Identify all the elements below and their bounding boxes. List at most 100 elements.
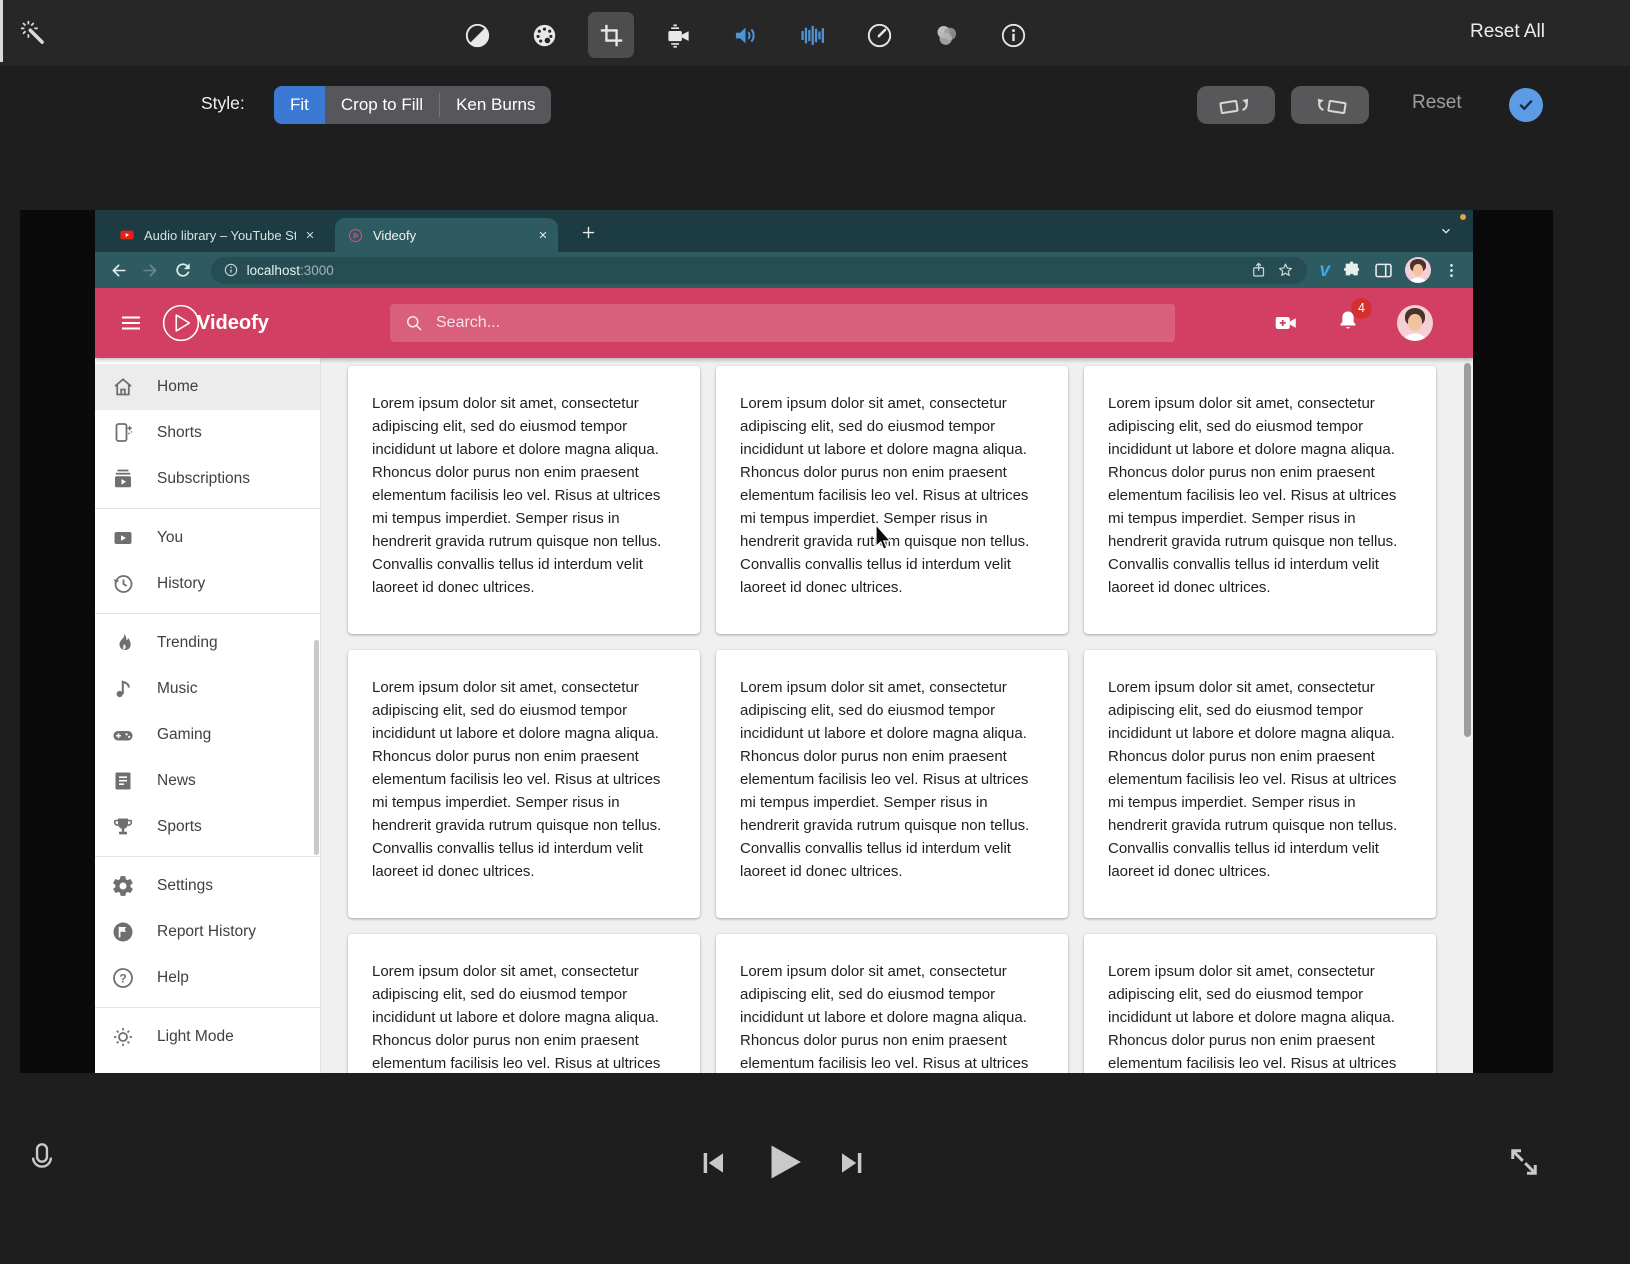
color-balance-icon[interactable] xyxy=(923,12,969,58)
gamepad-icon xyxy=(113,731,133,741)
sidebar-label: Settings xyxy=(157,877,214,894)
create-video-icon[interactable] xyxy=(1273,310,1299,336)
subscriptions-icon xyxy=(115,469,131,488)
notifications-bell[interactable]: 4 xyxy=(1335,297,1372,339)
gear-icon xyxy=(113,876,133,896)
sidebar-label: Trending xyxy=(157,634,218,651)
share-icon[interactable] xyxy=(1250,261,1268,279)
videofy-app-bar: Videofy 4 xyxy=(95,288,1473,358)
vimeo-extension-icon[interactable]: v xyxy=(1319,261,1330,280)
volume-icon[interactable] xyxy=(722,12,768,58)
sidebar-item-report-history[interactable]: Report History xyxy=(95,909,320,955)
side-panel-icon[interactable] xyxy=(1373,260,1394,281)
history-icon xyxy=(113,575,133,593)
sidebar-item-trending[interactable]: Trending xyxy=(95,620,320,666)
hamburger-menu-icon[interactable] xyxy=(109,301,153,345)
sidebar-label: Music xyxy=(157,680,198,697)
trophy-icon xyxy=(113,818,133,835)
videofy-logo[interactable]: Videofy xyxy=(161,303,269,343)
sidebar-label: History xyxy=(157,575,206,592)
search-input[interactable] xyxy=(436,314,1161,332)
svg-text:?: ? xyxy=(119,971,126,985)
play-button[interactable] xyxy=(761,1139,807,1190)
video-stabilization-icon[interactable] xyxy=(655,12,701,58)
back-icon[interactable] xyxy=(107,258,131,282)
sidebar-label: Shorts xyxy=(157,424,202,441)
sidebar-item-help[interactable]: ? Help xyxy=(95,955,320,1001)
style-option-ken-burns[interactable]: Ken Burns xyxy=(440,86,551,124)
bookmark-star-icon[interactable] xyxy=(1276,261,1295,280)
rotate-clockwise-button[interactable] xyxy=(1291,86,1369,124)
browser-toolbar: localhost:3000 v xyxy=(95,252,1473,288)
lorem-card: Lorem ipsum dolor sit amet, consectetur … xyxy=(1084,366,1436,634)
videofy-sidebar: Home Shorts Subscriptions You History Tr… xyxy=(95,358,320,1073)
sidebar-item-home[interactable]: Home xyxy=(95,364,320,410)
tab-search-chevron-icon[interactable] xyxy=(1439,224,1453,243)
apply-checkmark-button[interactable] xyxy=(1509,88,1543,122)
user-avatar[interactable] xyxy=(1397,305,1433,341)
search-bar[interactable] xyxy=(390,304,1175,342)
tab-youtube-studio[interactable]: Audio library – YouTube Studio xyxy=(107,218,325,252)
magic-wand-icon[interactable] xyxy=(12,12,56,56)
contrast-icon[interactable] xyxy=(454,12,500,58)
sidebar-item-news[interactable]: News xyxy=(95,758,320,804)
sidebar-item-shorts[interactable]: Shorts xyxy=(95,410,320,456)
info-icon[interactable] xyxy=(990,12,1036,58)
style-option-crop-to-fill[interactable]: Crop to Fill xyxy=(325,86,439,124)
microphone-icon[interactable] xyxy=(26,1138,58,1185)
new-tab-button[interactable] xyxy=(576,220,600,244)
tab-title: Audio library – YouTube Studio xyxy=(144,227,296,243)
videofy-page: Videofy 4 xyxy=(95,288,1473,1073)
speed-gauge-icon[interactable] xyxy=(856,12,902,58)
play-circle-logo-icon xyxy=(162,304,200,342)
audio-levels-icon[interactable] xyxy=(789,12,835,58)
tab-videofy[interactable]: Videofy xyxy=(335,218,558,252)
crop-tool-icon[interactable] xyxy=(588,12,634,58)
sidebar-item-light-mode[interactable]: Light Mode xyxy=(95,1014,320,1060)
browser-menu-dots-icon[interactable] xyxy=(1442,261,1461,280)
skip-forward-button[interactable] xyxy=(836,1147,868,1184)
sun-icon xyxy=(114,1028,132,1046)
reset-button[interactable]: Reset xyxy=(1412,92,1462,114)
sidebar-item-history[interactable]: History xyxy=(95,561,320,607)
sidebar-label: Sports xyxy=(157,818,202,835)
color-palette-icon[interactable] xyxy=(521,12,567,58)
search-icon xyxy=(407,316,422,331)
sidebar-item-gaming[interactable]: Gaming xyxy=(95,712,320,758)
lorem-card: Lorem ipsum dolor sit amet, consectetur … xyxy=(348,650,700,918)
address-bar[interactable]: localhost:3000 xyxy=(210,256,1308,284)
skip-back-button[interactable] xyxy=(697,1147,729,1184)
sidebar-item-sports[interactable]: Sports xyxy=(95,804,320,850)
window-edge-highlight xyxy=(0,0,3,62)
tab-close-icon[interactable] xyxy=(305,230,315,240)
sidebar-label: Home xyxy=(157,378,199,395)
mouse-cursor xyxy=(875,524,892,550)
lorem-card: Lorem ipsum dolor sit amet, consectetur … xyxy=(348,934,700,1073)
style-option-fit[interactable]: Fit xyxy=(274,86,325,124)
sidebar-label: Subscriptions xyxy=(157,470,251,487)
site-info-icon[interactable] xyxy=(223,262,239,278)
browser-tab-strip: Audio library – YouTube Studio Videofy xyxy=(95,210,1473,252)
fullscreen-icon[interactable] xyxy=(1506,1144,1542,1185)
video-preview-area: Audio library – YouTube Studio Videofy xyxy=(20,210,1553,1073)
videofy-favicon xyxy=(348,228,363,242)
browser-profile-avatar[interactable] xyxy=(1405,257,1432,283)
page-scrollbar[interactable] xyxy=(1464,363,1471,737)
recording-indicator-dot xyxy=(1460,214,1466,220)
sidebar-item-settings[interactable]: Settings xyxy=(95,863,320,909)
sidebar-scrollbar[interactable] xyxy=(314,640,319,855)
sidebar-item-subscriptions[interactable]: Subscriptions xyxy=(95,456,320,502)
extensions-puzzle-icon[interactable] xyxy=(1341,260,1362,281)
reset-all-button[interactable]: Reset All xyxy=(1470,21,1545,43)
style-label: Style: xyxy=(201,93,245,113)
sidebar-item-you[interactable]: You xyxy=(95,515,320,561)
reload-icon[interactable] xyxy=(171,258,195,282)
rotate-counterclockwise-button[interactable] xyxy=(1197,86,1275,124)
sidebar-item-music[interactable]: Music xyxy=(95,666,320,712)
forward-icon[interactable] xyxy=(139,258,163,282)
lorem-card: Lorem ipsum dolor sit amet, consectetur … xyxy=(1084,650,1436,918)
music-note-icon xyxy=(116,680,130,698)
tab-close-icon[interactable] xyxy=(538,230,548,240)
trending-flame-icon xyxy=(119,633,131,651)
sidebar-label: Gaming xyxy=(157,726,212,743)
